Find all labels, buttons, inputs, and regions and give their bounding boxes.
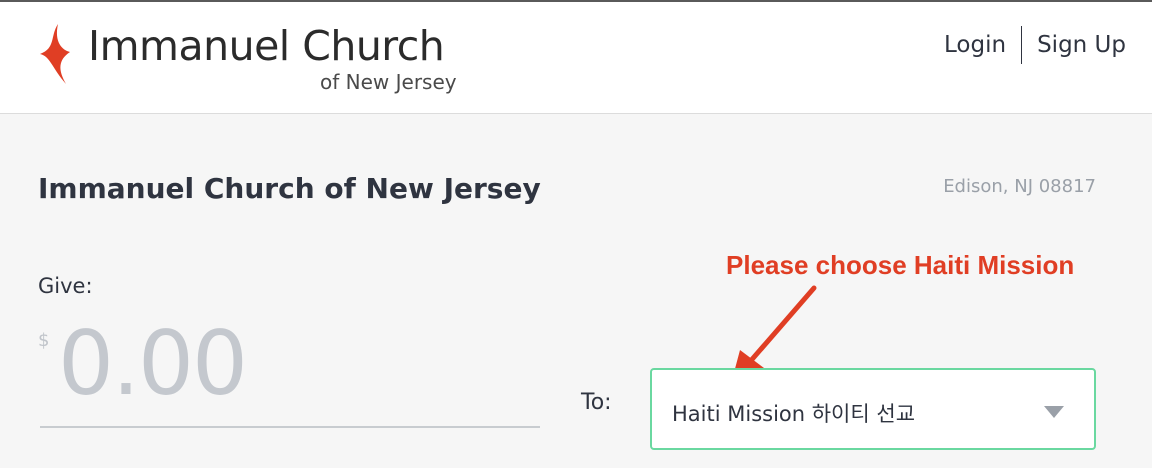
site-header: Immanuel Church of New Jersey Login Sign… <box>0 0 1152 114</box>
instruction-callout: Please choose Haiti Mission <box>726 250 1075 280</box>
logo-title: Immanuel Church <box>88 22 445 70</box>
flame-icon <box>40 24 70 84</box>
fund-select[interactable]: Haiti Mission 하이티 선교 <box>650 368 1096 450</box>
org-name: Immanuel Church of New Jersey <box>38 172 541 205</box>
give-label: Give: <box>38 274 93 298</box>
login-link[interactable]: Login <box>944 32 1006 58</box>
nav-divider <box>1021 26 1023 64</box>
amount-underline <box>40 426 540 428</box>
church-logo[interactable]: Immanuel Church of New Jersey <box>36 22 476 102</box>
to-label: To: <box>581 390 612 415</box>
fund-selected-value: Haiti Mission 하이티 선교 <box>672 402 916 426</box>
signup-link[interactable]: Sign Up <box>1037 32 1126 58</box>
amount-input[interactable] <box>58 308 518 418</box>
currency-symbol: $ <box>38 330 50 351</box>
logo-subtitle: of New Jersey <box>320 70 457 94</box>
auth-nav: Login Sign Up <box>944 26 1126 64</box>
caret-down-icon <box>1044 406 1064 418</box>
org-location: Edison, NJ 08817 <box>943 176 1096 197</box>
